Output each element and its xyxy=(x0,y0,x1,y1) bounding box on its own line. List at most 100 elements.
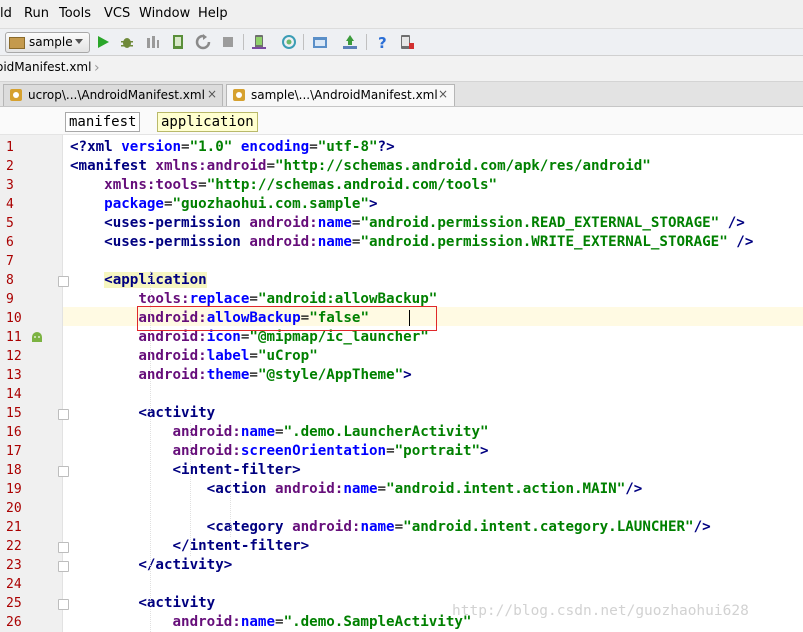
chevron-right-icon: › xyxy=(94,60,100,76)
code-token: </intent-filter> xyxy=(172,538,310,554)
xml-file-icon xyxy=(10,89,22,101)
code-token: = xyxy=(309,139,318,155)
code-token: = xyxy=(181,139,190,155)
code-token: > xyxy=(480,443,489,459)
stop-icon[interactable] xyxy=(220,34,236,50)
code-line: <activity xyxy=(70,404,215,423)
line-number: 20 xyxy=(6,501,22,516)
menu-window[interactable]: Window xyxy=(139,6,190,21)
project-structure-icon[interactable] xyxy=(312,34,328,50)
line-number: 7 xyxy=(6,254,14,269)
line-number: 16 xyxy=(6,425,22,440)
line-number: 3 xyxy=(6,178,14,193)
breadcrumb-manifest[interactable]: manifest xyxy=(65,112,141,132)
text-caret xyxy=(409,310,410,326)
fold-marker-icon[interactable] xyxy=(58,561,69,572)
toolbar-separator xyxy=(243,34,244,50)
code-token: android: xyxy=(138,329,207,345)
avd-manager-icon[interactable] xyxy=(251,34,267,50)
run-icon[interactable] xyxy=(95,34,111,50)
line-number: 14 xyxy=(6,387,22,402)
code-token: = xyxy=(394,519,404,535)
menu-tools[interactable]: Tools xyxy=(59,6,91,21)
code-token: ".demo.SampleActivity" xyxy=(283,614,472,630)
sync-project-icon[interactable] xyxy=(281,34,297,50)
code-token: android: xyxy=(172,443,241,459)
menu-vcs[interactable]: VCS xyxy=(104,6,130,21)
help-icon[interactable]: ? xyxy=(375,34,391,50)
gutter-separator xyxy=(62,135,63,632)
code-line: <category android:name="android.intent.c… xyxy=(70,518,711,537)
close-tab-icon[interactable]: × xyxy=(207,87,217,101)
code-token: "guozhaohui.com.sample" xyxy=(172,196,369,212)
code-token: xmlns:android xyxy=(155,158,267,174)
tab-ucrop-manifest[interactable]: ucrop\...\AndroidManifest.xml × xyxy=(3,84,223,106)
code-token: tools: xyxy=(138,291,190,307)
fold-marker-icon[interactable] xyxy=(58,542,69,553)
code-token: "1.0" xyxy=(189,139,233,155)
line-number: 4 xyxy=(6,197,14,212)
code-token: = xyxy=(275,424,284,440)
line-number: 24 xyxy=(6,577,22,592)
code-token: = xyxy=(266,158,276,174)
watermark: http://blog.csdn.net/guozhaohui628 xyxy=(452,603,749,619)
breadcrumb-application[interactable]: application xyxy=(157,112,258,132)
nav-file-crumb[interactable]: oidManifest.xml xyxy=(0,60,91,74)
fold-marker-icon[interactable] xyxy=(58,409,69,420)
code-token: = xyxy=(198,177,207,193)
menu-help[interactable]: Help xyxy=(198,6,228,21)
line-number: 21 xyxy=(6,520,22,535)
code-token: <action xyxy=(206,481,276,497)
code-line: android:name=".demo.SampleActivity" xyxy=(70,613,472,632)
code-token: label xyxy=(206,348,250,364)
fold-marker-icon[interactable] xyxy=(58,599,69,610)
code-token: "utf-8" xyxy=(317,139,378,155)
apply-changes-icon[interactable] xyxy=(170,34,186,50)
tab-sample-manifest[interactable]: sample\...\AndroidManifest.xml × xyxy=(226,84,455,106)
code-token: <manifest xyxy=(70,158,156,174)
sdk-manager-icon[interactable] xyxy=(342,34,358,50)
code-token: = xyxy=(249,367,258,383)
line-number: 2 xyxy=(6,159,14,174)
line-number: 18 xyxy=(6,463,22,478)
code-line: <uses-permission android:name="android.p… xyxy=(70,233,753,252)
fold-marker-icon[interactable] xyxy=(58,466,69,477)
xml-file-icon xyxy=(233,89,245,101)
fold-marker-icon[interactable] xyxy=(58,276,69,287)
code-token: android: xyxy=(292,519,361,535)
code-token: "android.intent.category.LAUNCHER" xyxy=(403,519,694,535)
code-token: encoding xyxy=(240,139,310,155)
line-number: 26 xyxy=(6,615,22,630)
code-token: /> xyxy=(719,215,745,231)
code-token: android: xyxy=(172,424,241,440)
menu-run[interactable]: Run xyxy=(24,6,49,21)
code-token: screenOrientation xyxy=(240,443,387,459)
code-token: android: xyxy=(172,614,241,630)
rerun-icon[interactable] xyxy=(195,34,211,50)
close-tab-icon[interactable]: × xyxy=(438,87,448,101)
line-number: 22 xyxy=(6,539,22,554)
code-token: android: xyxy=(249,234,318,250)
debug-icon[interactable] xyxy=(119,34,135,50)
run-configuration-selector[interactable]: sample xyxy=(5,32,90,53)
menu-build[interactable]: ld xyxy=(0,6,12,21)
code-token: = xyxy=(249,348,258,364)
android-gutter-icon[interactable] xyxy=(30,331,44,343)
svg-text:?: ? xyxy=(378,34,387,50)
attach-debugger-icon[interactable] xyxy=(145,34,161,50)
code-line: package="guozhaohui.com.sample"> xyxy=(70,195,377,214)
line-number: 8 xyxy=(6,273,14,288)
device-monitor-icon[interactable] xyxy=(399,34,415,50)
